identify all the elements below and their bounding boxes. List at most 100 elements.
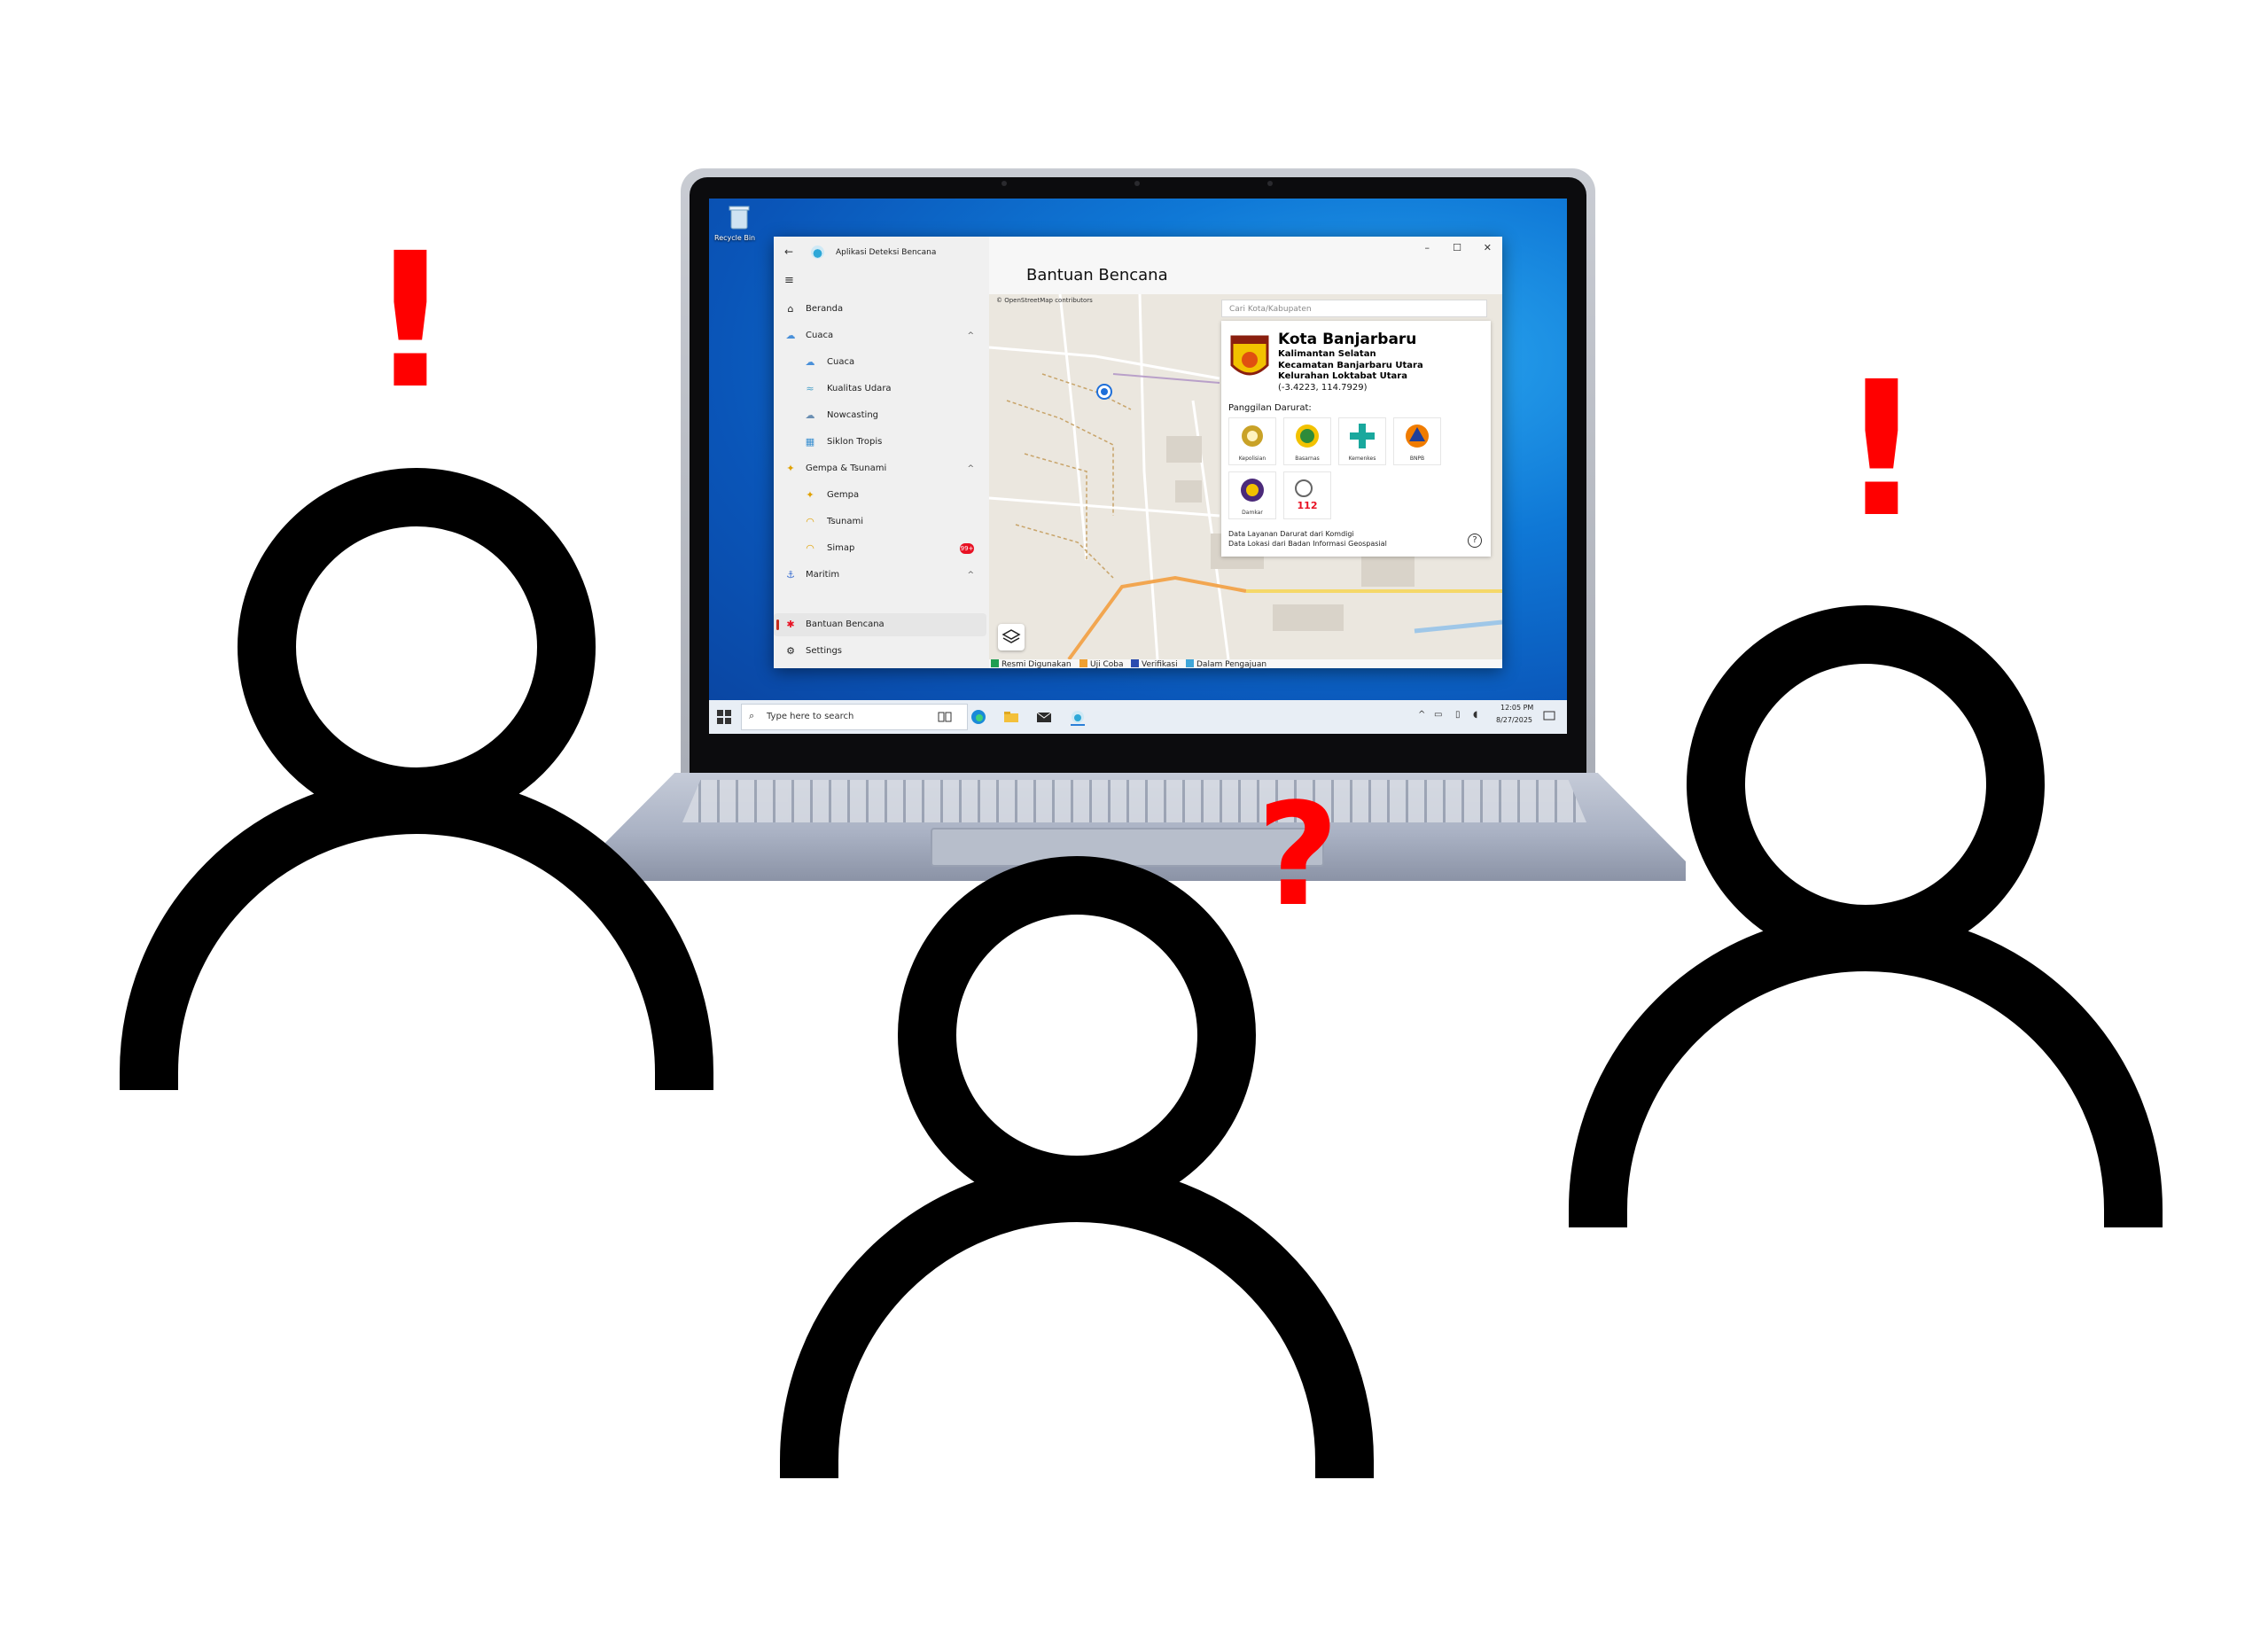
home-icon: ⌂ [787, 303, 794, 315]
app-window: ← Aplikasi Deteksi Bencana ≡ ⌂ Beranda ☁… [774, 237, 1502, 669]
volume-icon[interactable]: ◖ [1473, 710, 1477, 720]
clock-time[interactable]: 12:05 PM [1500, 704, 1533, 712]
app-title: Aplikasi Deteksi Bencana [836, 248, 937, 257]
close-button[interactable]: ✕ [1484, 242, 1492, 253]
battery-icon[interactable]: ▯ [1455, 710, 1461, 720]
emergency-112-button[interactable]: 112 [1283, 471, 1331, 519]
emergency-basarnas-button[interactable]: Basarnas [1283, 417, 1331, 465]
emergency-kemenkes-button[interactable]: Kemenkes [1338, 417, 1386, 465]
nav-item-beranda[interactable]: ⌂ Beranda [774, 298, 986, 321]
nav-item-bantuan-bencana[interactable]: ✱ Bantuan Bencana [774, 613, 986, 636]
map-attribution: © OpenStreetMap contributors [996, 297, 1093, 304]
nav-item-label: Tsunami [827, 517, 863, 526]
taskbar-search-placeholder: Type here to search [767, 712, 854, 721]
cloud-icon: ☁ [805, 409, 815, 421]
nav-item-label: Gempa & Tsunami [806, 463, 887, 473]
recycle-bin-icon[interactable] [728, 204, 751, 230]
service-label: Damkar [1242, 510, 1263, 516]
tsunami-icon: ◠ [806, 516, 814, 527]
nav-item-maritim[interactable]: ⚓ Maritim ^ [774, 564, 986, 587]
city-search-input[interactable]: Cari Kota/Kabupaten [1221, 300, 1487, 317]
app-taskbar-icon[interactable] [1069, 708, 1087, 726]
emergency-damkar-button[interactable]: Damkar [1228, 471, 1276, 519]
search-icon: ⌕ [749, 710, 755, 721]
village-name: Kelurahan Loktabat Utara [1278, 371, 1407, 381]
person-icon-right [1569, 605, 2163, 1227]
exclamation-mark-right: ! [1839, 341, 1924, 558]
page-title: Bantuan Bencana [1026, 266, 1168, 284]
minimize-button[interactable]: – [1425, 242, 1430, 253]
nav-item-cuaca-group[interactable]: ☁ Cuaca ^ [774, 324, 986, 347]
network-icon[interactable]: ▭ [1434, 710, 1442, 720]
active-indicator [776, 619, 779, 630]
legend-item: Resmi Digunakan [991, 659, 1072, 669]
cyclone-icon: ▦ [805, 436, 815, 448]
nav-item-label: Maritim [806, 570, 840, 580]
anchor-icon: ⚓ [786, 569, 795, 580]
help-icon[interactable]: ? [1468, 534, 1482, 548]
exclamation-mark-left: ! [368, 213, 453, 430]
windows-start-icon[interactable] [716, 709, 732, 725]
nav-item-simap[interactable]: ◠ Simap 99+ [774, 537, 986, 560]
data-source-note: Data Layanan Darurat dari Komdigi [1228, 530, 1354, 538]
legend-item: Dalam Pengajuan [1186, 659, 1266, 669]
nav-item-nowcasting[interactable]: ☁ Nowcasting [774, 404, 986, 427]
taskbar-search-input[interactable]: ⌕ Type here to search [741, 704, 968, 730]
emergency-bnpb-button[interactable]: BNPB [1393, 417, 1441, 465]
province-name: Kalimantan Selatan [1278, 349, 1376, 359]
recycle-bin-label: Recycle Bin [714, 234, 756, 242]
asterisk-icon: ✱ [786, 619, 795, 630]
nav-item-label: Beranda [806, 304, 844, 314]
nav-item-label: Cuaca [827, 357, 855, 367]
legend-item: Verifikasi [1131, 659, 1178, 669]
mail-icon[interactable] [1035, 708, 1053, 726]
service-label: Kepolisian [1238, 456, 1266, 462]
basarnas-emblem-icon [1296, 425, 1319, 448]
desktop-screen: Recycle Bin ← Aplikasi Deteksi Bencana ≡… [709, 199, 1567, 734]
layers-button[interactable] [998, 624, 1025, 650]
chevron-up-icon[interactable]: ^ [1418, 710, 1425, 720]
chevron-up-icon: ^ [967, 571, 974, 580]
kemenkes-emblem-icon [1350, 424, 1375, 448]
maximize-button[interactable]: ☐ [1453, 242, 1461, 253]
file-explorer-icon[interactable] [1002, 708, 1020, 726]
simap-icon: ◠ [806, 542, 814, 554]
nav-item-tsunami[interactable]: ◠ Tsunami [774, 510, 986, 534]
camera-dot [1002, 181, 1007, 186]
map-legend: Resmi Digunakan Uji Coba Verifikasi Dala… [989, 659, 1502, 669]
legend-item: Uji Coba [1079, 659, 1123, 669]
earthquake-icon: ✦ [786, 463, 795, 474]
nav-item-kualitas-udara[interactable]: ≈ Kualitas Udara [774, 378, 986, 401]
task-view-icon[interactable] [936, 708, 954, 726]
nav-item-label: Bantuan Bencana [806, 619, 885, 629]
gear-icon: ⚙ [786, 645, 795, 657]
notification-badge: 99+ [960, 543, 974, 554]
emergency-kepolisian-button[interactable]: Kepolisian [1228, 417, 1276, 465]
nav-pane: ← Aplikasi Deteksi Bencana ≡ ⌂ Beranda ☁… [774, 237, 989, 668]
service-label: 112 [1297, 500, 1318, 511]
map-view[interactable]: © OpenStreetMap contributors Cari Kota/K… [989, 294, 1502, 659]
edge-browser-icon[interactable] [970, 708, 987, 726]
nav-item-siklon-tropis[interactable]: ▦ Siklon Tropis [774, 431, 986, 454]
nav-item-label: Nowcasting [827, 410, 878, 420]
notification-center-icon[interactable] [1542, 710, 1556, 724]
cloud-icon: ☁ [805, 356, 815, 368]
data-source-note: Data Lokasi dari Badan Informasi Geospas… [1228, 540, 1387, 548]
clock-date[interactable]: 8/27/2025 [1496, 716, 1532, 724]
nav-item-cuaca[interactable]: ☁ Cuaca [774, 351, 986, 374]
camera-dot [1267, 181, 1273, 186]
service-label: Kemenkes [1348, 456, 1376, 462]
app-logo-icon [811, 245, 824, 259]
nav-item-gempa-tsunami-group[interactable]: ✦ Gempa & Tsunami ^ [774, 457, 986, 480]
police-emblem-icon [1242, 425, 1263, 447]
nav-item-settings[interactable]: ⚙ Settings [774, 640, 986, 663]
nav-item-label: Gempa [827, 490, 860, 500]
earthquake-icon: ✦ [806, 489, 814, 501]
nav-item-gempa[interactable]: ✦ Gempa [774, 484, 986, 507]
chevron-up-icon: ^ [967, 331, 974, 340]
question-mark-center: ? [1257, 772, 1339, 938]
back-button[interactable]: ← [784, 245, 793, 258]
person-icon-left [120, 468, 713, 1090]
emergency-calls-label: Panggilan Darurat: [1228, 403, 1312, 413]
hamburger-menu-icon[interactable]: ≡ [784, 274, 794, 287]
